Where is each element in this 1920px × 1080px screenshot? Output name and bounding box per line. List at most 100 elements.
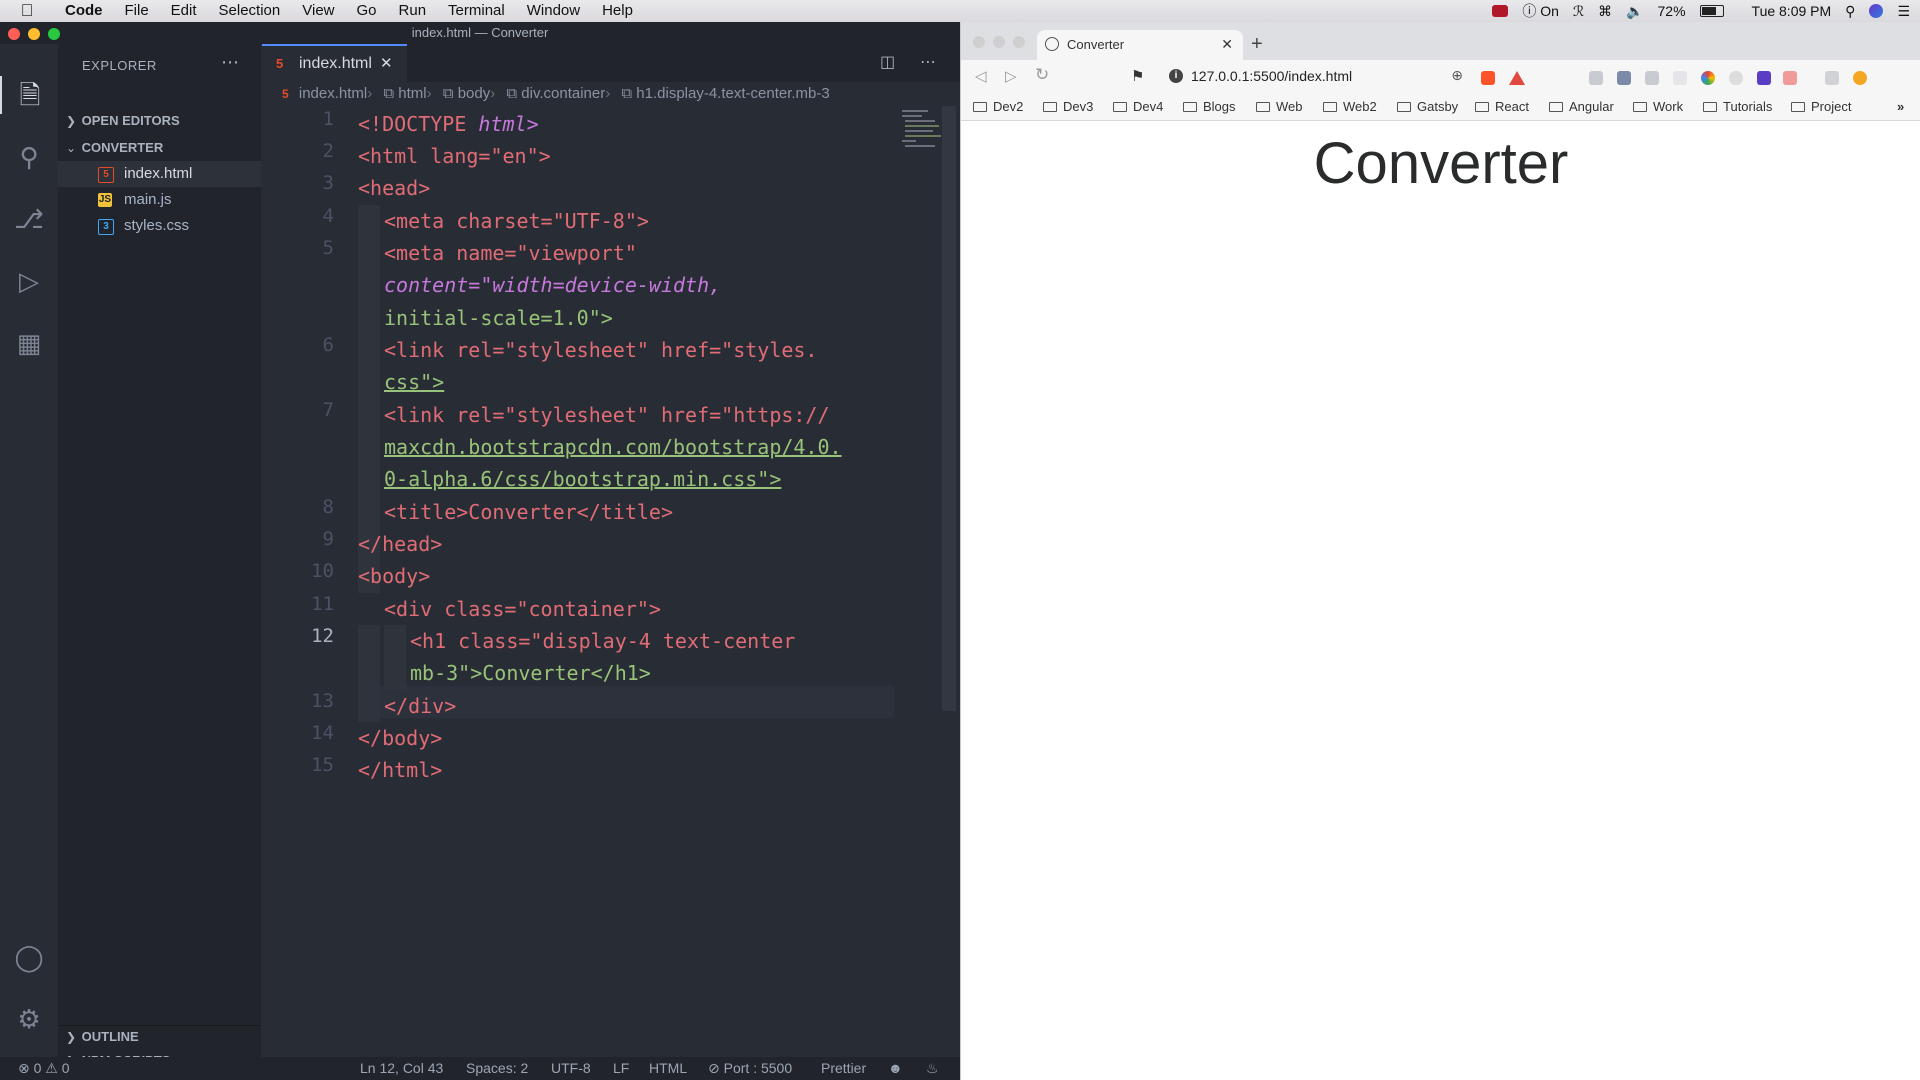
menu-edit[interactable]: Edit xyxy=(160,0,208,22)
site-info-icon[interactable]: i xyxy=(1169,69,1183,83)
bookmark-folder[interactable]: Web xyxy=(1256,99,1303,114)
screen-record-icon[interactable] xyxy=(1492,5,1509,17)
maximize-window-button[interactable] xyxy=(1013,36,1025,48)
extensions-icon[interactable]: ▦ xyxy=(10,324,48,362)
bookmark-folder[interactable]: Work xyxy=(1633,99,1683,114)
more-actions-icon[interactable]: ⋯ xyxy=(920,52,936,72)
bookmarks-overflow-button[interactable]: » xyxy=(1897,99,1904,114)
minimap[interactable] xyxy=(902,106,942,166)
outline-section[interactable]: ❯ OUTLINE xyxy=(58,1025,261,1048)
browser-tab-converter[interactable]: Converter ✕ xyxy=(1037,30,1243,60)
breadcrumb-item[interactable]: index.html xyxy=(299,85,367,102)
apple-menu-icon[interactable]:  xyxy=(0,1,54,21)
profile-icon[interactable] xyxy=(1853,71,1867,85)
notification-center-icon[interactable]: ☰ xyxy=(1897,3,1910,20)
menu-help[interactable]: Help xyxy=(591,0,644,22)
code-line: <h1 class="display-4 text-center xyxy=(410,629,796,653)
wifi-icon[interactable]: ⌘ xyxy=(1598,3,1612,20)
forward-icon[interactable]: ▷ xyxy=(1005,67,1017,85)
open-editors-section[interactable]: ❯ OPEN EDITORS xyxy=(58,110,261,132)
extension-icon[interactable] xyxy=(1757,71,1771,85)
maximize-window-button[interactable] xyxy=(48,28,60,40)
extension-icon[interactable] xyxy=(1617,71,1631,85)
file-item-styles-css[interactable]: 3 styles.css xyxy=(58,213,261,239)
bookmark-folder[interactable]: Dev2 xyxy=(973,99,1023,114)
brave-shields-icon[interactable] xyxy=(1481,71,1495,85)
bookmark-folder[interactable]: React xyxy=(1475,99,1529,114)
menu-window[interactable]: Window xyxy=(516,0,591,22)
feedback-icon[interactable]: ☻ xyxy=(888,1057,903,1080)
encoding[interactable]: UTF-8 xyxy=(551,1057,591,1080)
zoom-icon[interactable]: ⊕ xyxy=(1451,67,1463,84)
new-tab-button[interactable]: + xyxy=(1251,33,1263,56)
focus-status[interactable]: ⓘ On xyxy=(1522,1,1559,21)
minimize-window-button[interactable] xyxy=(28,28,40,40)
bookmark-folder[interactable]: Angular xyxy=(1549,99,1614,114)
menu-run[interactable]: Run xyxy=(388,0,438,22)
extension-icon[interactable] xyxy=(1589,71,1603,85)
account-icon[interactable]: ◯ xyxy=(10,938,48,976)
menu-go[interactable]: Go xyxy=(346,0,388,22)
settings-gear-icon[interactable]: ⚙ xyxy=(10,1000,48,1038)
file-item-main-js[interactable]: JS main.js xyxy=(58,187,261,213)
language-mode[interactable]: HTML xyxy=(649,1057,687,1080)
breadcrumb-item[interactable]: div.container xyxy=(521,85,605,102)
problems-indicator[interactable]: ⊗ 0 ⚠ 0 xyxy=(18,1057,70,1080)
bookmark-folder[interactable]: Project xyxy=(1791,99,1851,114)
breadcrumb-item[interactable]: body xyxy=(458,85,491,102)
project-folder-section[interactable]: ⌄ CONVERTER xyxy=(58,137,261,159)
reload-icon[interactable]: ↻ xyxy=(1035,65,1049,85)
search-icon[interactable]: ⚲ xyxy=(10,138,48,176)
bluetooth-icon[interactable]: ℛ xyxy=(1573,3,1584,20)
tab-index-html[interactable]: 5 index.html ✕ xyxy=(262,44,407,82)
brave-rewards-icon[interactable] xyxy=(1509,71,1525,85)
minimize-window-button[interactable] xyxy=(993,36,1005,48)
extension-icon[interactable] xyxy=(1729,71,1743,85)
close-window-button[interactable] xyxy=(8,28,20,40)
extension-icon[interactable] xyxy=(1673,71,1687,85)
source-control-icon[interactable]: ⎇ xyxy=(10,200,48,238)
prettier-status[interactable]: Prettier xyxy=(821,1057,866,1080)
more-actions-icon[interactable]: ⋯ xyxy=(221,52,239,73)
file-item-index-html[interactable]: 5 index.html xyxy=(58,161,261,187)
volume-icon[interactable]: 🔈 xyxy=(1626,3,1643,20)
close-tab-icon[interactable]: ✕ xyxy=(1221,36,1233,53)
split-editor-icon[interactable]: ◫ xyxy=(880,52,895,72)
menu-app-code[interactable]: Code xyxy=(54,0,114,22)
end-of-line[interactable]: LF xyxy=(613,1057,629,1080)
editor-scrollbar[interactable] xyxy=(942,106,956,711)
menu-view[interactable]: View xyxy=(291,0,345,22)
bookmark-folder[interactable]: Dev3 xyxy=(1043,99,1093,114)
color-picker-extension-icon[interactable] xyxy=(1701,71,1715,85)
menu-file[interactable]: File xyxy=(114,0,160,22)
bookmark-folder[interactable]: Gatsby xyxy=(1397,99,1458,114)
breadcrumb-item[interactable]: h1.display-4.text-center.mb-3 xyxy=(636,85,829,102)
breadcrumb-item[interactable]: html xyxy=(398,85,426,102)
explorer-files-icon[interactable]: 🗎 xyxy=(0,76,58,114)
bookmark-folder[interactable]: Web2 xyxy=(1323,99,1377,114)
bookmark-folder[interactable]: Dev4 xyxy=(1113,99,1163,114)
close-window-button[interactable] xyxy=(973,36,985,48)
extension-icon[interactable] xyxy=(1783,71,1797,85)
bookmark-icon[interactable]: ⚑ xyxy=(1131,67,1144,85)
spotlight-search-icon[interactable]: ⚲ xyxy=(1845,3,1855,20)
bookmark-folder[interactable]: Blogs xyxy=(1183,99,1236,114)
back-icon[interactable]: ◁ xyxy=(975,67,987,85)
run-debug-icon[interactable]: ▷ xyxy=(10,262,48,300)
bookmark-folder[interactable]: Tutorials xyxy=(1703,99,1772,114)
reading-list-icon[interactable] xyxy=(1825,71,1839,85)
indentation[interactable]: Spaces: 2 xyxy=(466,1057,528,1080)
clock[interactable]: Tue 8:09 PM xyxy=(1752,3,1832,19)
menu-terminal[interactable]: Terminal xyxy=(437,0,516,22)
address-bar[interactable]: i 127.0.0.1:5500/index.html ⊕ xyxy=(1161,65,1471,89)
cursor-position[interactable]: Ln 12, Col 43 xyxy=(360,1057,443,1080)
battery-icon[interactable] xyxy=(1699,5,1724,17)
close-tab-icon[interactable]: ✕ xyxy=(380,54,393,72)
editor-tab-bar: 5 index.html ✕ ◫ ⋯ xyxy=(262,44,960,82)
live-server-status[interactable]: ⊘ Port : 5500 xyxy=(708,1057,792,1080)
menu-selection[interactable]: Selection xyxy=(208,0,292,22)
extension-icon[interactable] xyxy=(1645,71,1659,85)
battery-percent[interactable]: 72% xyxy=(1658,3,1686,19)
notifications-bell-icon[interactable]: ♨ xyxy=(926,1057,939,1080)
siri-icon[interactable] xyxy=(1869,4,1884,18)
